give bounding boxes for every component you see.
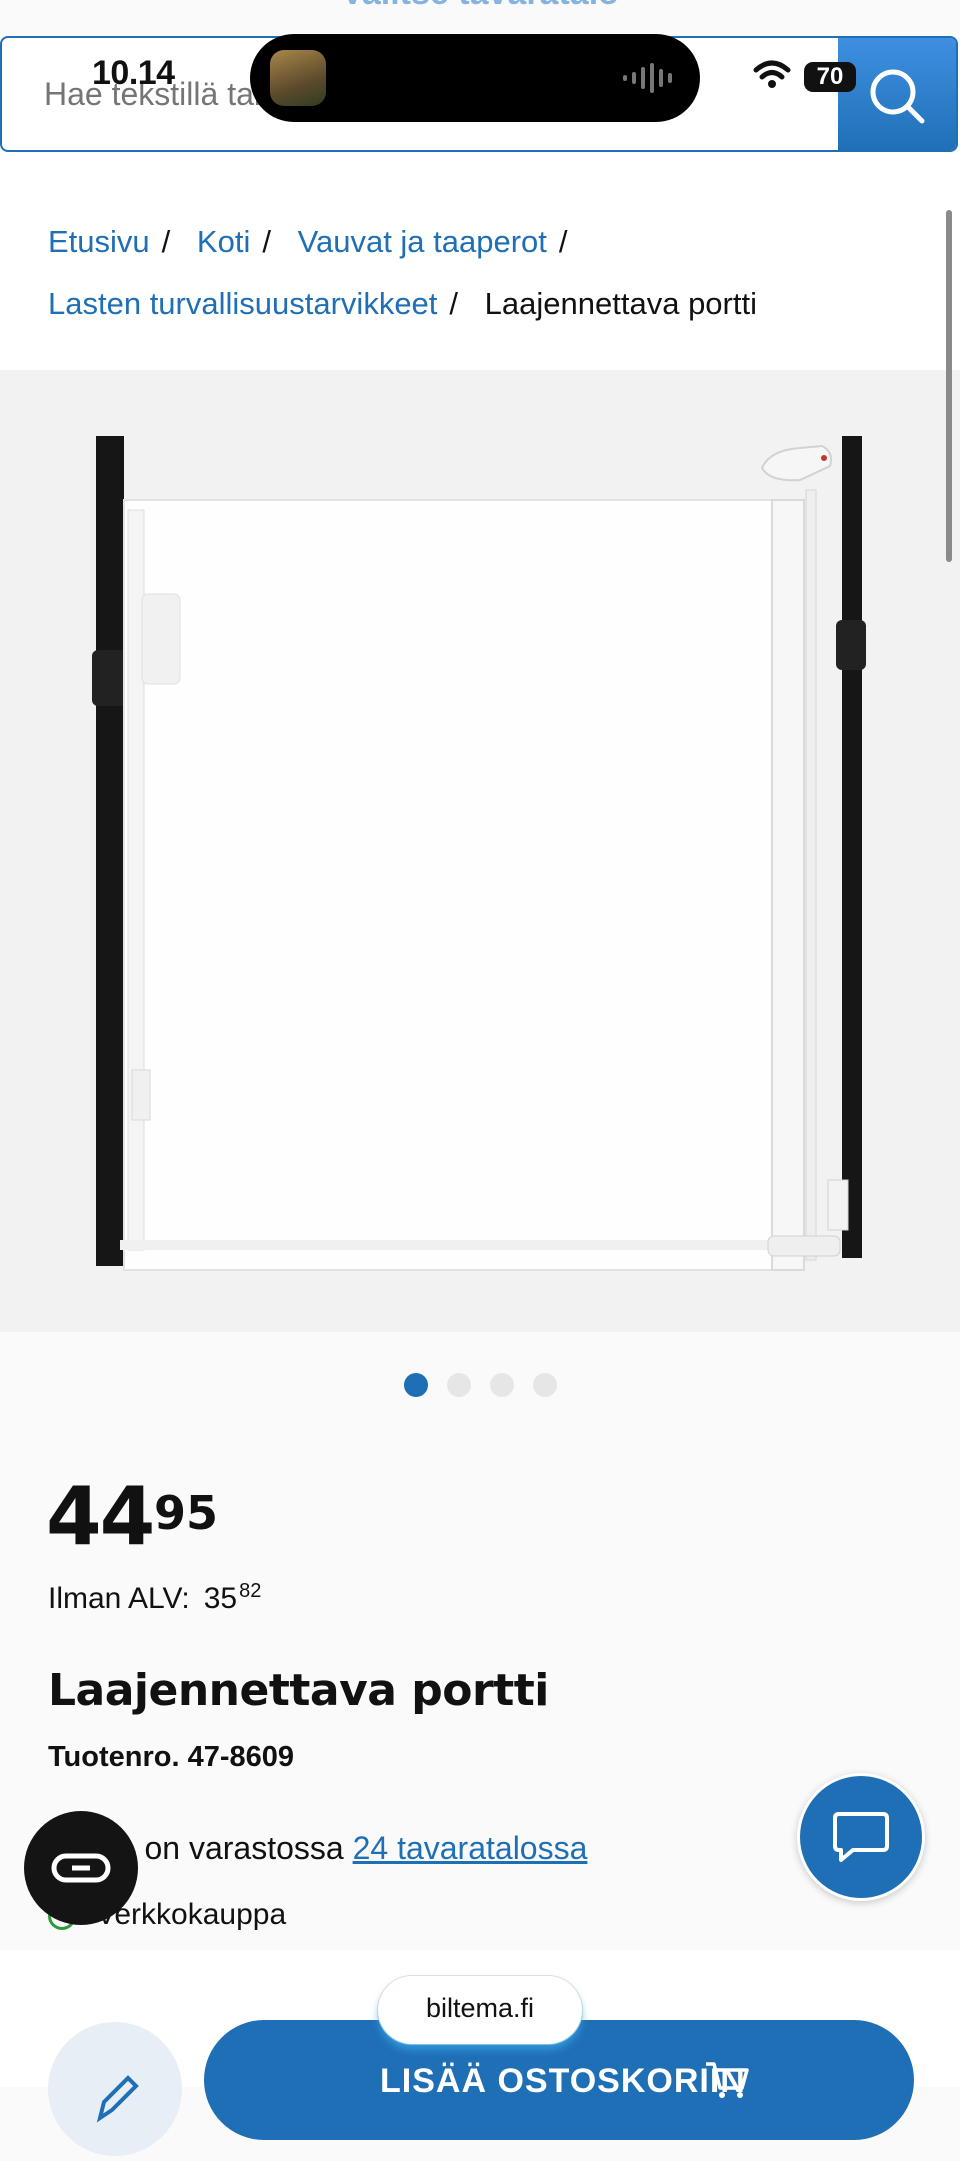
status-time: 10.14: [92, 54, 175, 92]
carousel-dot-1[interactable]: [404, 1373, 428, 1397]
breadcrumb-current: Laajennettava portti: [484, 286, 757, 321]
stock-status: tta on varastossa 24 tavaratalossa: [100, 1830, 587, 1867]
page-scrollbar[interactable]: [946, 210, 952, 562]
audio-wave-icon: [623, 62, 672, 94]
breadcrumb-link-koti[interactable]: Koti: [197, 224, 250, 259]
now-playing-thumbnail: [270, 50, 326, 106]
cart-icon: [706, 2062, 749, 2098]
breadcrumb: Etusivu / Koti / Vauvat ja taaperot / Laste…: [0, 152, 960, 370]
wifi-icon: [753, 60, 791, 88]
product-title: Laajennettava portti: [48, 1665, 549, 1716]
edit-button[interactable]: [48, 2022, 182, 2156]
breadcrumb-link-category[interactable]: Vauvat ja taaperot: [298, 224, 547, 259]
breadcrumb-link-home[interactable]: Etusivu: [48, 224, 150, 259]
carousel-dot-2[interactable]: [447, 1373, 471, 1397]
price-without-vat: Ilman ALV: 35 82: [48, 1580, 261, 1616]
carousel-dot-4[interactable]: [533, 1373, 557, 1397]
vat-label: Ilman ALV:: [48, 1582, 190, 1615]
breadcrumb-separator: /: [262, 224, 271, 259]
search-button[interactable]: [838, 38, 956, 150]
vat-price-integer: 35: [203, 1582, 238, 1615]
product-image-carousel[interactable]: [0, 370, 960, 1332]
carousel-dot-3[interactable]: [490, 1373, 514, 1397]
price-integer: 44: [46, 1470, 155, 1563]
vat-price-decimal: 82: [239, 1580, 262, 1602]
chat-button[interactable]: [797, 1773, 925, 1901]
breadcrumb-separator: /: [558, 224, 568, 259]
url-bar[interactable]: biltema.fi: [378, 1976, 582, 2044]
dynamic-island[interactable]: [250, 34, 700, 122]
breadcrumb-separator: /: [161, 224, 171, 259]
breadcrumb-link-subcategory[interactable]: Lasten turvallisuustarvikkeet: [48, 286, 437, 321]
product-image: [92, 436, 866, 1271]
store-selector-text[interactable]: Valitse tavaratalo: [0, 0, 960, 13]
battery-indicator: 70: [804, 62, 856, 92]
edit-icon: [96, 2075, 139, 2123]
chat-icon: [833, 1812, 889, 1862]
breadcrumb-separator: /: [449, 286, 459, 321]
search-icon: [870, 69, 925, 124]
product-number: Tuotenro. 47-8609: [48, 1741, 295, 1773]
price-decimal: 95: [154, 1486, 219, 1540]
infinity-icon: [51, 1853, 111, 1883]
add-to-cart-label: LISÄÄ OSTOSKORIIN: [380, 2062, 746, 2100]
store-availability-link[interactable]: 24 tavaratalossa: [353, 1830, 588, 1866]
infinity-button[interactable]: [24, 1811, 138, 1925]
